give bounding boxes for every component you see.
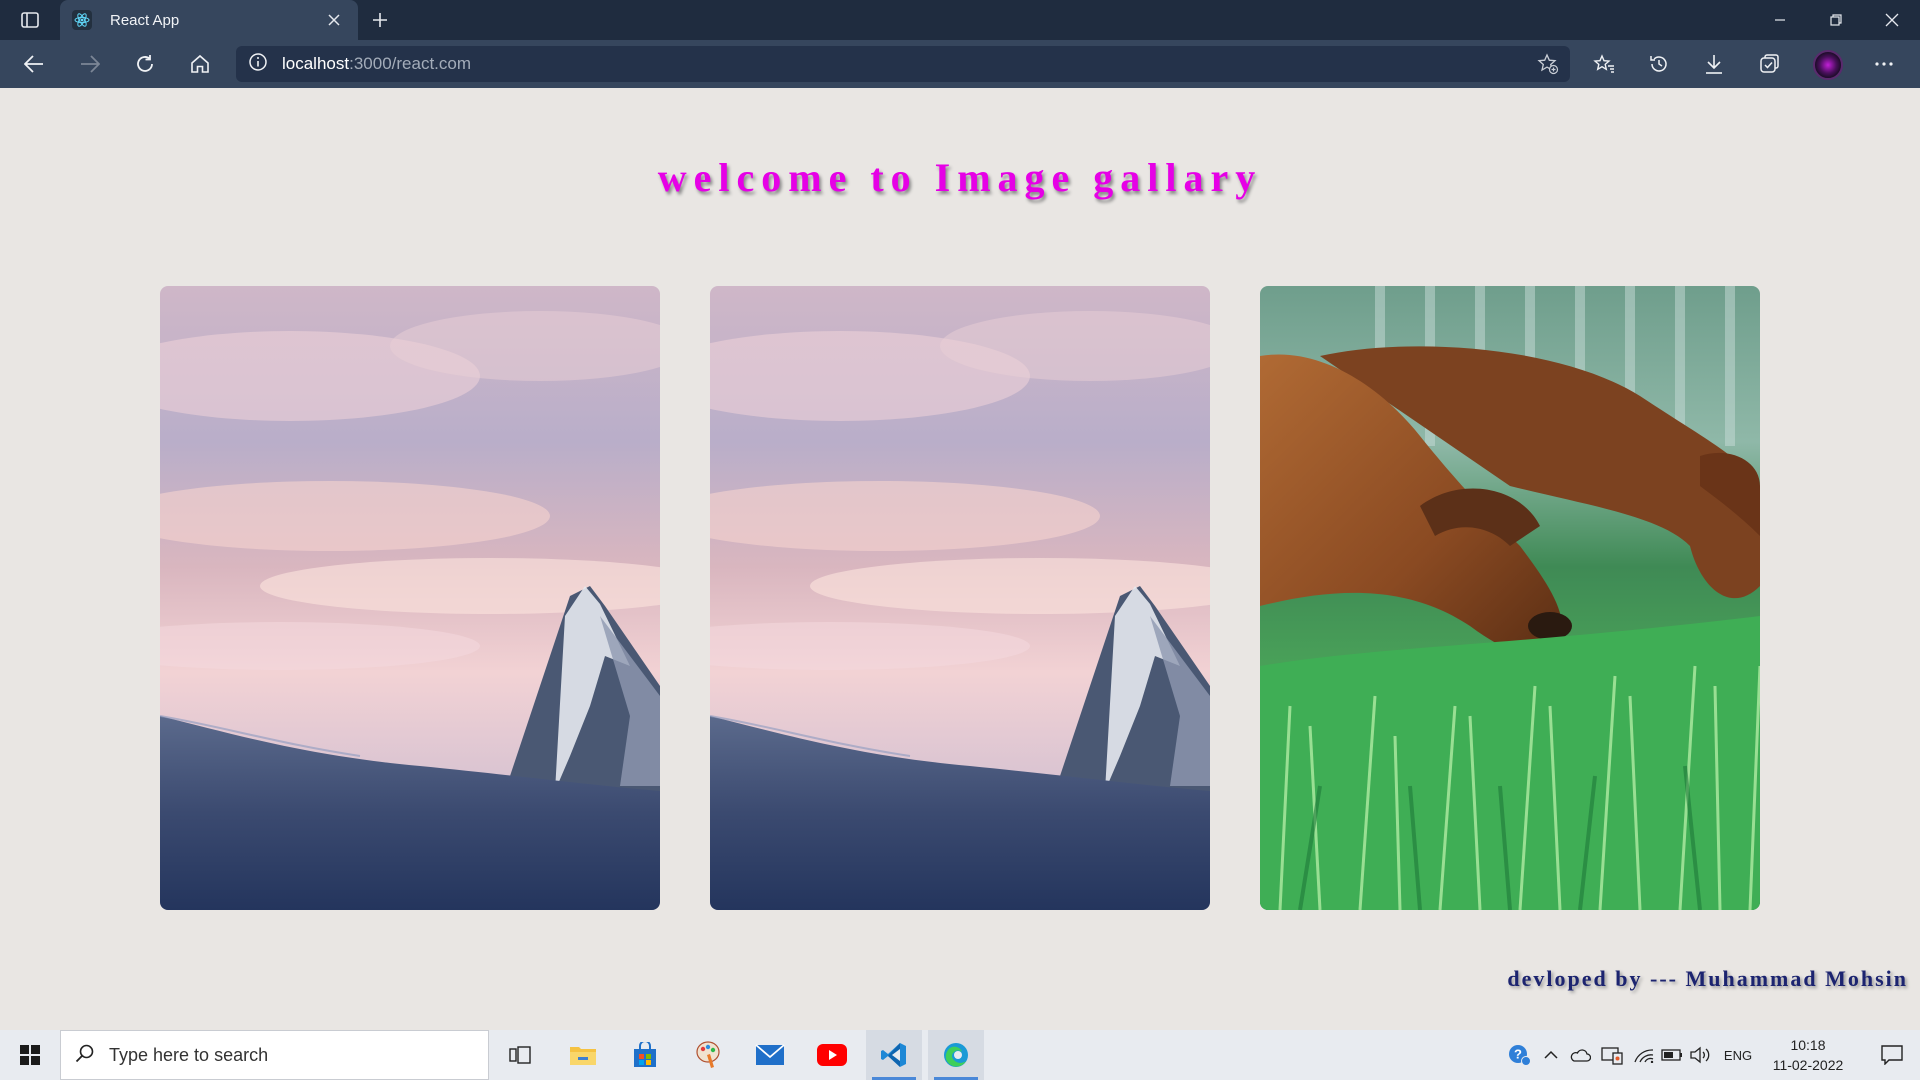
- minimize-icon[interactable]: [1752, 0, 1808, 40]
- task-view-icon[interactable]: [492, 1030, 548, 1080]
- tab-title: React App: [110, 11, 180, 29]
- wifi-icon[interactable]: [1630, 1030, 1658, 1080]
- close-tab-icon[interactable]: [322, 8, 346, 32]
- paint-icon[interactable]: [680, 1030, 736, 1080]
- add-favorite-icon[interactable]: [1536, 52, 1560, 76]
- downloads-icon[interactable]: [1696, 48, 1732, 80]
- react-logo-icon: [72, 10, 92, 30]
- browser-toolbar: localhost:3000/react.com: [0, 40, 1920, 88]
- clock-date: 11-02-2022: [1772, 1057, 1844, 1073]
- close-window-icon[interactable]: [1864, 0, 1920, 40]
- svg-text:?: ?: [1514, 1047, 1522, 1062]
- forward-icon[interactable]: [72, 48, 108, 80]
- gallery-image-mountain[interactable]: [160, 286, 660, 910]
- window-controls: [1752, 0, 1920, 40]
- gallery-image-dogs[interactable]: [1260, 286, 1760, 910]
- file-explorer-icon[interactable]: [555, 1030, 611, 1080]
- site-info-icon[interactable]: [248, 52, 268, 77]
- notification-center-icon[interactable]: [1864, 1030, 1920, 1080]
- windows-taskbar: Type here to search ? ENG 10:18 11-02-20…: [0, 1030, 1920, 1080]
- back-icon[interactable]: [16, 48, 52, 80]
- clock-time: 10:18: [1790, 1037, 1826, 1053]
- language-indicator[interactable]: ENG: [1718, 1030, 1758, 1080]
- new-tab-icon[interactable]: [366, 6, 394, 34]
- mail-icon[interactable]: [742, 1030, 798, 1080]
- search-placeholder: Type here to search: [109, 1044, 269, 1065]
- profile-avatar[interactable]: [1813, 50, 1843, 80]
- home-icon[interactable]: [182, 48, 218, 80]
- restore-icon[interactable]: [1808, 0, 1864, 40]
- store-icon[interactable]: [617, 1030, 673, 1080]
- page-title: welcome to Image gallary: [657, 155, 1263, 200]
- chevron-up-icon[interactable]: [1538, 1030, 1564, 1080]
- browser-titlebar: React App: [0, 0, 1920, 40]
- device-sync-icon[interactable]: [1598, 1030, 1626, 1080]
- url-path: :3000/react.com: [349, 54, 472, 73]
- taskbar-clock[interactable]: 10:18 11-02-2022: [1760, 1035, 1856, 1075]
- tab-actions-icon[interactable]: [16, 8, 44, 32]
- history-icon[interactable]: [1641, 48, 1677, 80]
- refresh-icon[interactable]: [127, 48, 163, 80]
- more-options-icon[interactable]: [1866, 48, 1902, 80]
- browser-tab[interactable]: React App: [60, 0, 358, 40]
- favorites-icon[interactable]: [1586, 48, 1622, 80]
- volume-icon[interactable]: [1686, 1030, 1714, 1080]
- battery-icon[interactable]: [1658, 1030, 1686, 1080]
- collections-icon[interactable]: [1751, 48, 1787, 80]
- gallery-image-mountain[interactable]: [710, 286, 1210, 910]
- edge-icon[interactable]: [928, 1030, 984, 1080]
- onedrive-icon[interactable]: [1566, 1030, 1594, 1080]
- footer-credit: devloped by --- Muhammad Mohsin: [1507, 966, 1908, 991]
- page-content: welcome to Image gallary devloped by ---…: [0, 88, 1920, 1030]
- search-icon: [75, 1043, 95, 1068]
- youtube-icon[interactable]: [804, 1030, 860, 1080]
- help-icon[interactable]: ?: [1504, 1030, 1534, 1080]
- windows-start-icon[interactable]: [0, 1030, 60, 1080]
- address-bar[interactable]: localhost:3000/react.com: [236, 46, 1570, 82]
- url-host: localhost: [282, 54, 350, 73]
- taskbar-search-input[interactable]: Type here to search: [60, 1030, 489, 1080]
- vscode-icon[interactable]: [866, 1030, 922, 1080]
